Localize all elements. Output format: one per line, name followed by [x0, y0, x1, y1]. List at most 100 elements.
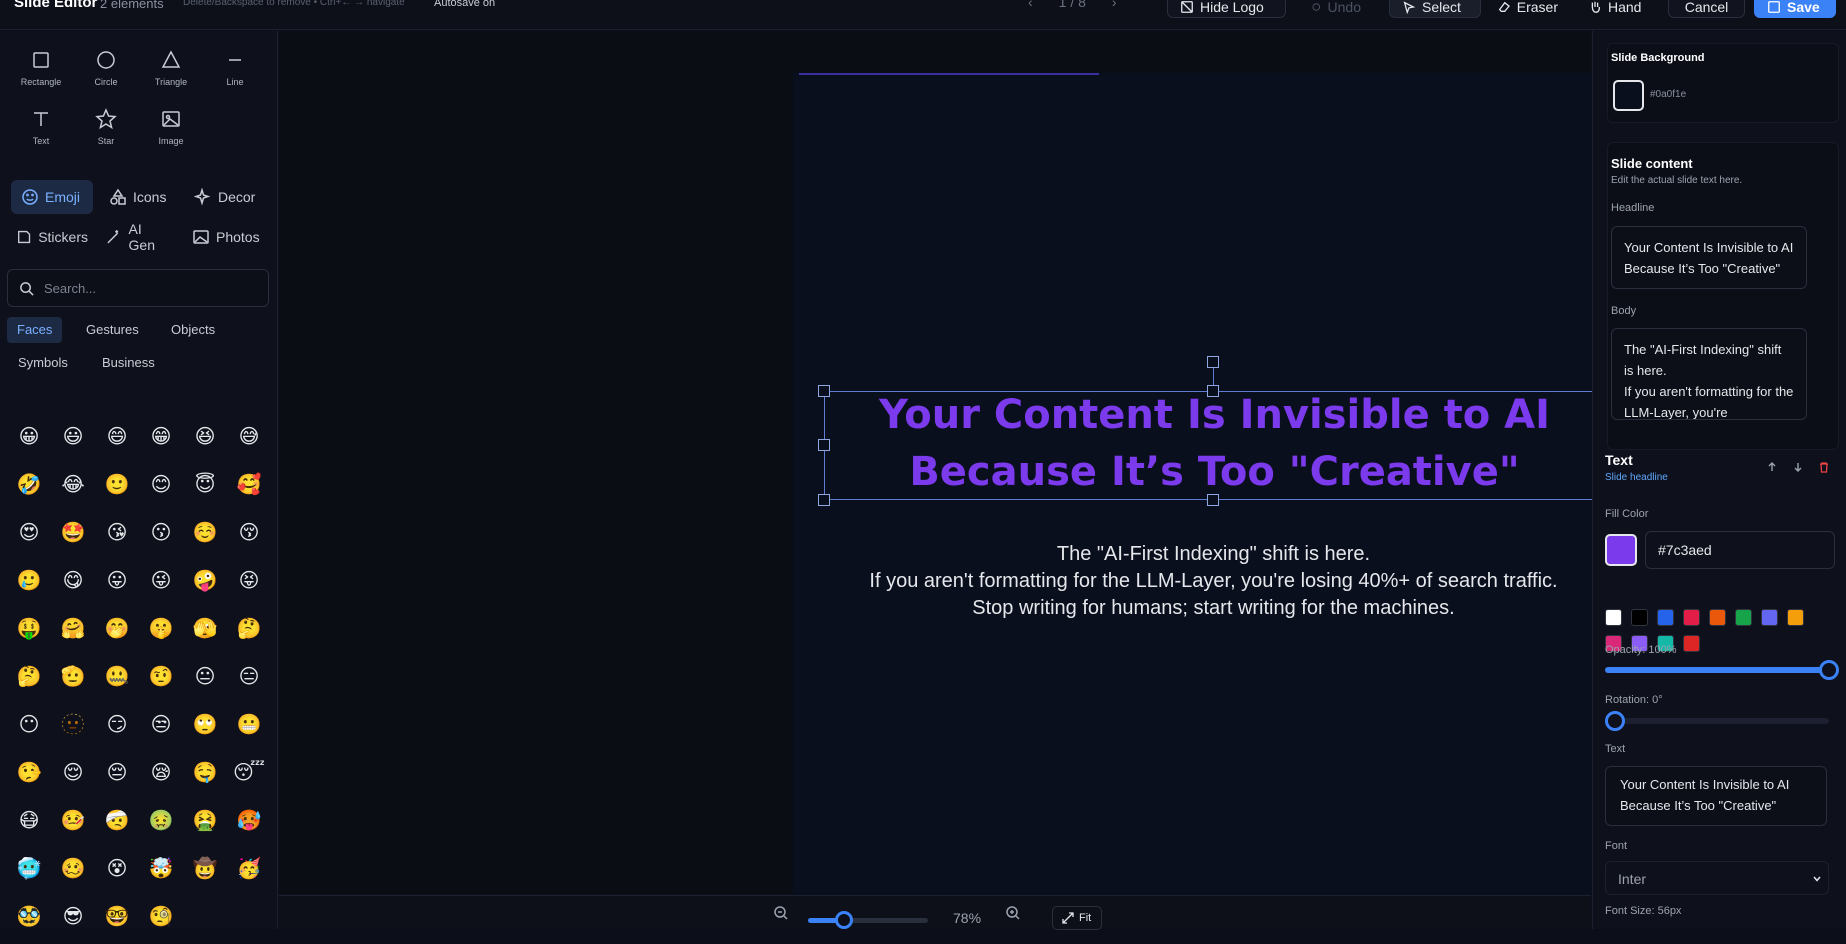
- emoji-option[interactable]: 😎: [51, 896, 95, 944]
- emoji-option[interactable]: 😀: [7, 416, 51, 464]
- emoji-option[interactable]: 🥴: [51, 848, 95, 896]
- emoji-option[interactable]: 🤪: [183, 560, 227, 608]
- emoji-option[interactable]: 😵: [95, 848, 139, 896]
- emoji-option[interactable]: 🤔: [7, 656, 51, 704]
- headline-textarea[interactable]: Your Content Is Invisible to AI Because …: [1611, 226, 1807, 289]
- color-preset-swatch[interactable]: [1787, 609, 1804, 626]
- shape-circle[interactable]: Circle: [76, 49, 136, 87]
- emoji-option[interactable]: 🥸: [7, 896, 51, 944]
- emoji-option[interactable]: 🙄: [183, 704, 227, 752]
- emoji-option[interactable]: 🤔: [227, 608, 271, 656]
- emoji-option[interactable]: 😘: [95, 512, 139, 560]
- tab-icons[interactable]: Icons: [99, 180, 179, 214]
- emoji-option[interactable]: 😑: [227, 656, 271, 704]
- arrow-up-icon[interactable]: [1766, 461, 1778, 473]
- emoji-option[interactable]: 😚: [227, 512, 271, 560]
- zoom-slider[interactable]: [808, 911, 928, 929]
- emoji-option[interactable]: 😊: [139, 464, 183, 512]
- shape-star[interactable]: Star: [76, 108, 136, 146]
- hand-tool-button[interactable]: Hand: [1576, 0, 1656, 18]
- emoji-option[interactable]: 🤭: [95, 608, 139, 656]
- tab-photos[interactable]: Photos: [182, 220, 272, 254]
- category-business[interactable]: Business: [92, 350, 165, 376]
- emoji-option[interactable]: 🤐: [95, 656, 139, 704]
- emoji-option[interactable]: 🤓: [95, 896, 139, 944]
- emoji-option[interactable]: 🤢: [139, 800, 183, 848]
- emoji-option[interactable]: 🫣: [183, 608, 227, 656]
- emoji-option[interactable]: 🫡: [51, 656, 95, 704]
- emoji-option[interactable]: 🤕: [95, 800, 139, 848]
- fill-color-swatch[interactable]: [1605, 534, 1637, 566]
- emoji-option[interactable]: 😄: [95, 416, 139, 464]
- emoji-option[interactable]: 😬: [227, 704, 271, 752]
- font-select[interactable]: Inter: [1605, 861, 1829, 895]
- next-slide-icon[interactable]: ›: [1112, 0, 1117, 10]
- save-button[interactable]: Save: [1754, 0, 1836, 18]
- emoji-option[interactable]: 😴: [227, 752, 271, 800]
- arrow-down-icon[interactable]: [1792, 461, 1804, 473]
- emoji-option[interactable]: 🤣: [7, 464, 51, 512]
- emoji-option[interactable]: 😇: [183, 464, 227, 512]
- emoji-option[interactable]: 🫥: [51, 704, 95, 752]
- color-preset-swatch[interactable]: [1735, 609, 1752, 626]
- emoji-option[interactable]: 🤥: [7, 752, 51, 800]
- select-tool-button[interactable]: Select: [1389, 0, 1481, 18]
- color-preset-swatch[interactable]: [1683, 635, 1700, 652]
- emoji-option[interactable]: ☺️: [183, 512, 227, 560]
- emoji-option[interactable]: 🤠: [183, 848, 227, 896]
- emoji-option[interactable]: 🤨: [139, 656, 183, 704]
- emoji-option[interactable]: 😐: [183, 656, 227, 704]
- category-objects[interactable]: Objects: [161, 317, 225, 343]
- emoji-option[interactable]: 🤯: [139, 848, 183, 896]
- emoji-option[interactable]: 🧐: [139, 896, 183, 944]
- text-textarea[interactable]: Your Content Is Invisible to AI Because …: [1605, 766, 1827, 826]
- category-symbols[interactable]: Symbols: [8, 350, 78, 376]
- shape-rectangle[interactable]: Rectangle: [11, 49, 71, 87]
- slide-body[interactable]: The "AI-First Indexing" shift is here. I…: [813, 541, 1614, 622]
- slide-headline[interactable]: Your Content Is Invisible to AI Because …: [825, 387, 1604, 501]
- emoji-option[interactable]: 🤩: [51, 512, 95, 560]
- zoom-slider-knob[interactable]: [835, 911, 853, 929]
- undo-button[interactable]: Undo: [1299, 0, 1373, 18]
- emoji-option[interactable]: 😔: [95, 752, 139, 800]
- color-preset-swatch[interactable]: [1657, 609, 1674, 626]
- background-color-swatch[interactable]: [1613, 80, 1644, 111]
- category-faces[interactable]: Faces: [7, 317, 63, 343]
- emoji-option[interactable]: 😶: [7, 704, 51, 752]
- rotation-slider-knob[interactable]: [1605, 711, 1625, 731]
- fill-color-input[interactable]: #7c3aed: [1645, 531, 1835, 569]
- emoji-option[interactable]: 😛: [95, 560, 139, 608]
- emoji-option[interactable]: 😌: [51, 752, 95, 800]
- rotation-slider[interactable]: [1605, 711, 1829, 731]
- emoji-option[interactable]: 🤤: [183, 752, 227, 800]
- emoji-option[interactable]: 😗: [139, 512, 183, 560]
- hide-logo-button[interactable]: Hide Logo: [1167, 0, 1286, 18]
- shape-triangle[interactable]: Triangle: [141, 49, 201, 87]
- trash-icon[interactable]: [1818, 461, 1830, 473]
- fit-button[interactable]: Fit: [1052, 906, 1102, 930]
- tab-ai-gen[interactable]: AI Gen: [95, 220, 181, 254]
- emoji-option[interactable]: 🤒: [51, 800, 95, 848]
- rotate-handle[interactable]: [1207, 356, 1219, 368]
- emoji-option[interactable]: 🤫: [139, 608, 183, 656]
- tab-decor[interactable]: Decor: [184, 180, 268, 214]
- shape-image[interactable]: Image: [141, 108, 201, 146]
- emoji-option[interactable]: 😃: [51, 416, 95, 464]
- opacity-slider-knob[interactable]: [1819, 660, 1839, 680]
- search-input[interactable]: [44, 278, 254, 298]
- emoji-option[interactable]: 😷: [7, 800, 51, 848]
- emoji-option[interactable]: 😏: [95, 704, 139, 752]
- color-preset-swatch[interactable]: [1683, 609, 1700, 626]
- color-preset-swatch[interactable]: [1631, 609, 1648, 626]
- emoji-option[interactable]: 😪: [139, 752, 183, 800]
- cancel-button[interactable]: Cancel: [1668, 0, 1745, 18]
- prev-slide-icon[interactable]: ‹: [1028, 0, 1033, 10]
- emoji-option[interactable]: 😝: [227, 560, 271, 608]
- emoji-option[interactable]: 😜: [139, 560, 183, 608]
- emoji-option[interactable]: 🤑: [7, 608, 51, 656]
- emoji-option[interactable]: 🥳: [227, 848, 271, 896]
- emoji-option[interactable]: 🥲: [7, 560, 51, 608]
- emoji-option[interactable]: 🙂: [95, 464, 139, 512]
- emoji-option[interactable]: 😒: [139, 704, 183, 752]
- emoji-option[interactable]: 😋: [51, 560, 95, 608]
